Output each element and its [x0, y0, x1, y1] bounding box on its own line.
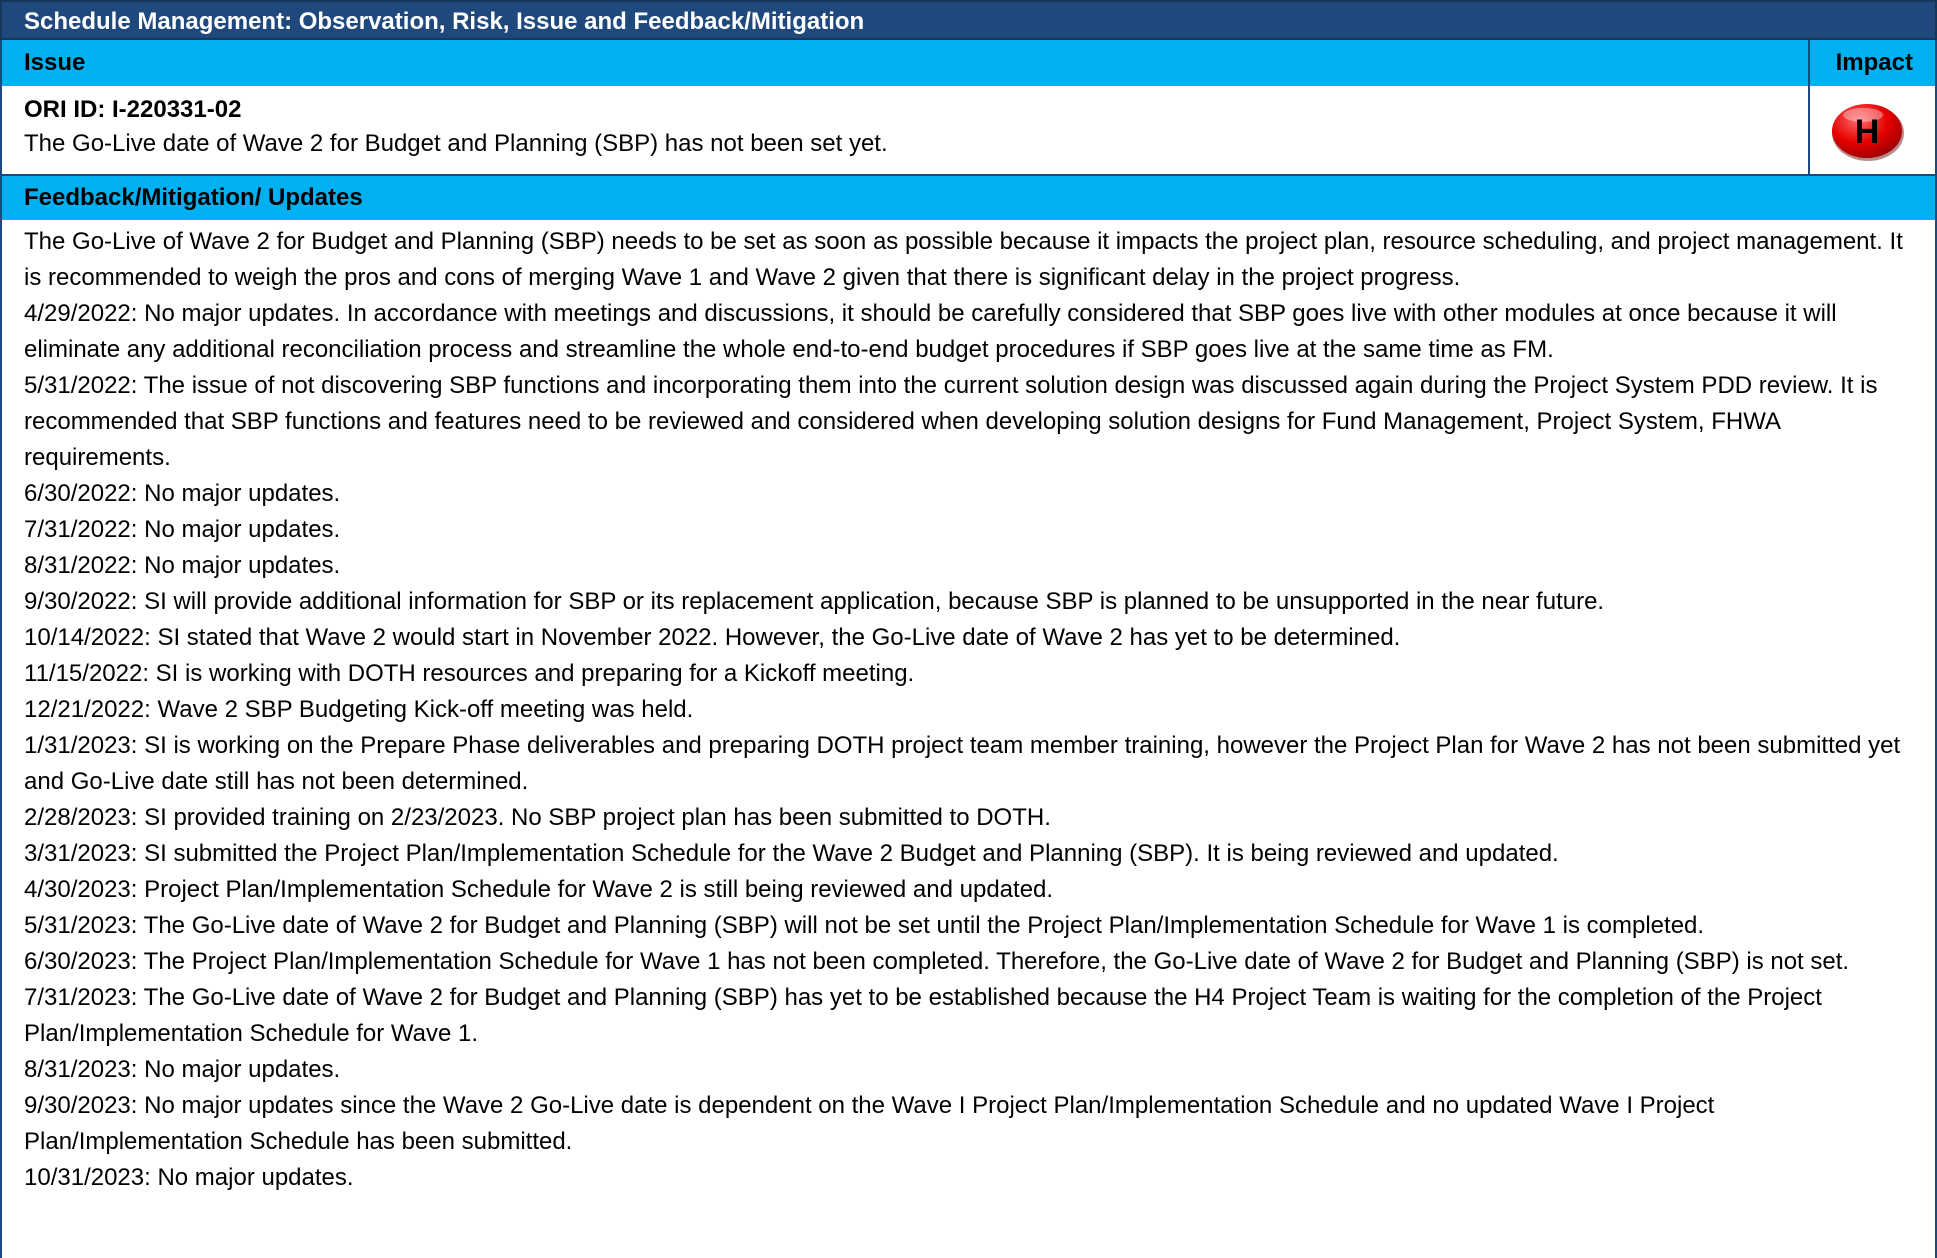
feedback-header: Feedback/Mitigation/ Updates — [0, 176, 1937, 220]
feedback-paragraph: 10/14/2022: SI stated that Wave 2 would … — [24, 624, 1401, 651]
feedback-paragraph: The Go-Live of Wave 2 for Budget and Pla… — [24, 228, 1903, 291]
feedback-paragraph: 5/31/2022: The issue of not discovering … — [24, 372, 1878, 471]
feedback-paragraph: 12/21/2022: Wave 2 SBP Budgeting Kick-of… — [24, 696, 694, 723]
issue-column-header: Issue — [24, 49, 86, 76]
feedback-paragraph: 10/31/2023: No major updates. — [24, 1164, 354, 1191]
feedback-body: The Go-Live of Wave 2 for Budget and Pla… — [0, 220, 1937, 1258]
feedback-paragraph: 7/31/2023: The Go-Live date of Wave 2 fo… — [24, 984, 1822, 1047]
feedback-paragraph: 9/30/2023: No major updates since the Wa… — [24, 1092, 1715, 1155]
feedback-paragraph: 2/28/2023: SI provided training on 2/23/… — [24, 804, 1051, 831]
feedback-paragraph: 4/29/2022: No major updates. In accordan… — [24, 300, 1837, 363]
feedback-paragraph: 3/31/2023: SI submitted the Project Plan… — [24, 840, 1559, 867]
feedback-paragraph: 7/31/2022: No major updates. — [24, 516, 341, 543]
feedback-paragraph: 5/31/2023: The Go-Live date of Wave 2 fo… — [24, 912, 1705, 939]
high-impact-badge-icon: H — [1832, 104, 1904, 161]
feedback-paragraph: 11/15/2022: SI is working with DOTH reso… — [24, 660, 915, 687]
impact-badge-letter: H — [1855, 113, 1880, 151]
ori-id: ORI ID: I-220331-02 — [24, 96, 242, 123]
column-header-row: Issue Impact — [0, 40, 1937, 86]
feedback-paragraph: 9/30/2022: SI will provide additional in… — [24, 588, 1605, 615]
feedback-paragraph: 6/30/2022: No major updates. — [24, 480, 341, 507]
feedback-paragraph: 4/30/2023: Project Plan/Implementation S… — [24, 876, 1054, 903]
feedback-paragraph: 8/31/2022: No major updates. — [24, 552, 341, 579]
feedback-paragraph: 6/30/2023: The Project Plan/Implementati… — [24, 948, 1850, 975]
ori-table: Schedule Management: Observation, Risk, … — [0, 0, 1937, 1258]
feedback-paragraph: 8/31/2023: No major updates. — [24, 1056, 341, 1083]
issue-description: The Go-Live date of Wave 2 for Budget an… — [24, 130, 888, 157]
table-title: Schedule Management: Observation, Risk, … — [0, 0, 1937, 40]
column-divider — [1808, 86, 1810, 174]
column-divider — [1808, 40, 1810, 86]
issue-row: ORI ID: I-220331-02 The Go-Live date of … — [0, 86, 1937, 176]
feedback-paragraph: 1/31/2023: SI is working on the Prepare … — [24, 732, 1901, 795]
impact-column-header: Impact — [1835, 49, 1913, 76]
